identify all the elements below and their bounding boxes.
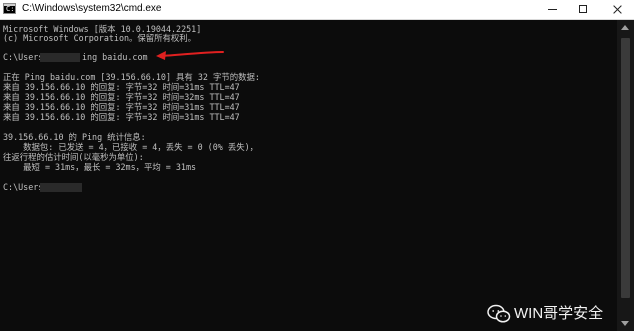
wechat-icon xyxy=(487,304,511,323)
vertical-scrollbar[interactable] xyxy=(617,20,634,331)
console-line: (c) Microsoft Corporation。保留所有权利。 xyxy=(3,33,197,43)
scroll-thumb[interactable] xyxy=(621,38,630,298)
cmd-icon: C: xyxy=(3,3,16,14)
scroll-down-icon[interactable] xyxy=(621,321,629,326)
scroll-up-icon[interactable] xyxy=(621,25,629,30)
minimize-button[interactable] xyxy=(538,0,568,19)
console-line: 来自 39.156.66.10 的回复: 字节=32 时间=31ms TTL=4… xyxy=(3,112,240,122)
title-bar[interactable]: C: C:\Windows\system32\cmd.exe xyxy=(0,0,634,20)
console-output[interactable]: Microsoft Windows [版本 10.0.19044.2251] (… xyxy=(3,24,615,324)
maximize-button[interactable] xyxy=(569,0,599,19)
console-line: ing baidu.com xyxy=(82,52,148,62)
window-title: C:\Windows\system32\cmd.exe xyxy=(22,3,162,14)
close-button[interactable] xyxy=(601,0,634,19)
annotation-arrow xyxy=(156,51,224,60)
console-line: 最短 = 31ms，最长 = 32ms，平均 = 31ms xyxy=(3,162,197,172)
redacted-username xyxy=(40,183,82,192)
console-line: C:\Users xyxy=(3,52,44,62)
console-line: C:\Users xyxy=(3,182,44,192)
cmd-window: C: C:\Windows\system32\cmd.exe Microsoft… xyxy=(0,0,634,331)
redacted-username xyxy=(40,53,80,62)
watermark-text: WIN哥学安全 xyxy=(514,305,604,322)
